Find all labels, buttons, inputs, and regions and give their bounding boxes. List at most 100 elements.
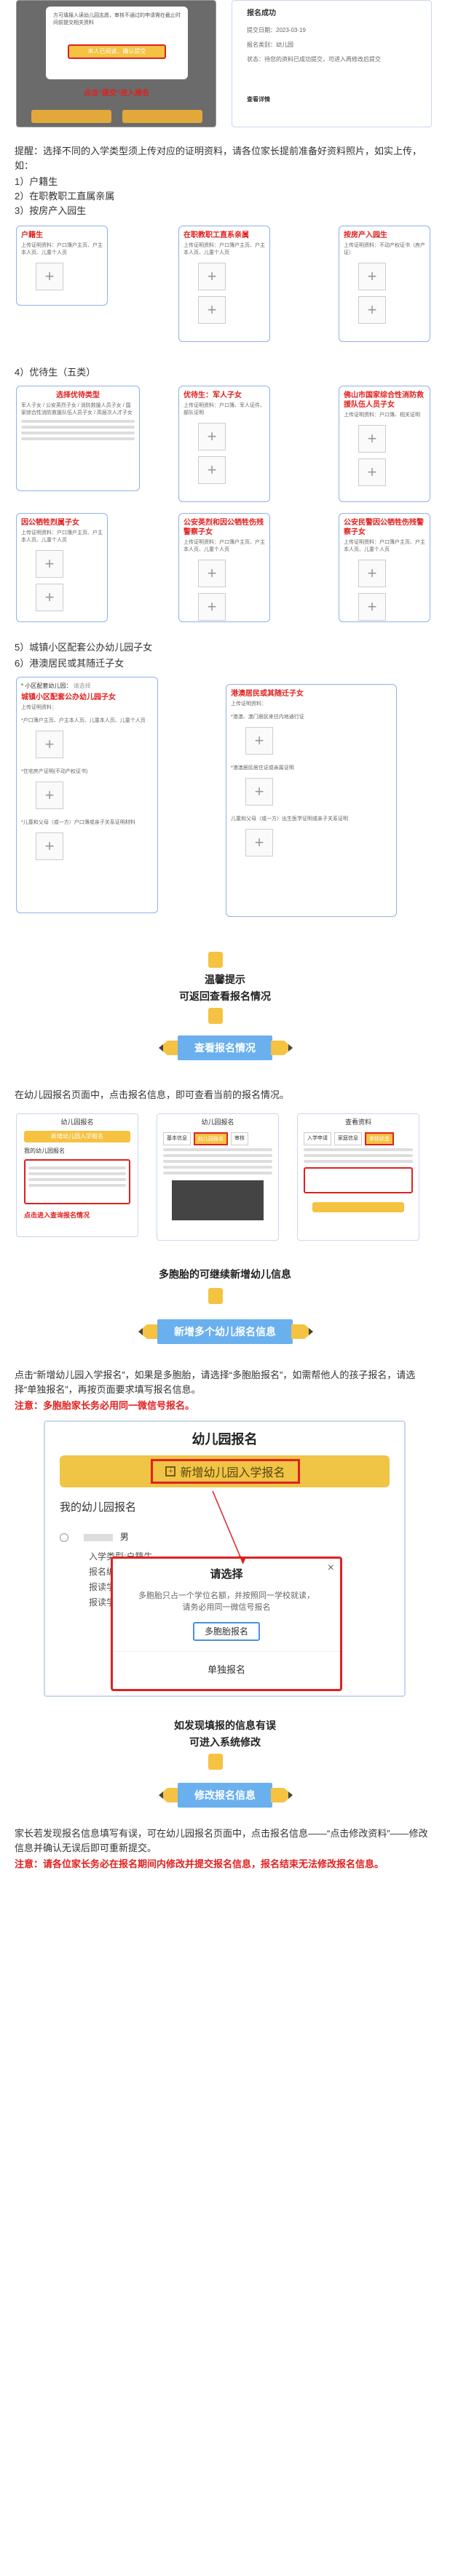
upload-plus-icon[interactable]: + — [198, 263, 226, 290]
tip3-text2: 可进入系统修改 — [189, 1736, 261, 1748]
add-multiple-button[interactable]: 新增多个幼儿报名信息 — [157, 1319, 293, 1344]
divider — [163, 1166, 272, 1169]
upload-plus-icon[interactable]: + — [198, 456, 226, 484]
upload-plus-icon[interactable]: + — [245, 829, 273, 856]
divider — [28, 1184, 126, 1187]
row-label: 状态： — [247, 56, 264, 63]
upload-plus-icon[interactable]: + — [36, 550, 63, 578]
tip1-text2: 可返回查看报名情况 — [179, 990, 271, 1002]
status-box — [304, 1167, 413, 1193]
divider — [28, 1172, 126, 1175]
tab-signup[interactable]: 幼儿园报名 — [194, 1132, 228, 1145]
modal-text: 方可填报入读幼儿园志愿，审核不通过的申请需在截止时间前提交相关资料 — [53, 13, 181, 25]
upload-plus-icon[interactable]: + — [36, 731, 63, 758]
row-label: 提交日期： — [247, 27, 276, 33]
divider — [163, 1154, 272, 1157]
divider — [163, 1172, 272, 1174]
upload-plus-icon[interactable]: + — [358, 425, 386, 453]
bottom-button-right[interactable] — [122, 110, 202, 123]
card-upload: 上传证明资料： — [231, 701, 267, 707]
thumbs-down-icon — [207, 1008, 243, 1027]
view-signup-button[interactable]: 查看报名情况 — [178, 1035, 272, 1060]
phone-title: 幼儿园报名 — [60, 1118, 94, 1126]
upload-plus-icon[interactable]: + — [358, 593, 386, 621]
tab-apply[interactable]: 入学申请 — [304, 1132, 331, 1145]
upload-plus-icon[interactable]: + — [198, 593, 226, 621]
view-detail-link[interactable]: 查看详情 — [247, 95, 270, 103]
card-fire: 佛山市国家综合性消防救援队伍人员子女 上传证明资料：户口簿、相关证明 + + — [339, 386, 430, 502]
arrow-line — [212, 1490, 246, 1565]
thumbs-down-icon — [207, 1288, 243, 1307]
confirm-submit-button[interactable]: 本人已阅读，确认提交 — [68, 44, 166, 59]
town-select[interactable]: 请选择 — [74, 683, 91, 689]
pencil-icon — [271, 1786, 293, 1804]
success-screenshot: 报名成功 提交日期：2023-03-19 报名类别：幼儿园 状态：待您的资料已成… — [232, 0, 432, 127]
card-sub: 上传证明资料：户口簿户主页、户主本人页、儿童个人页 — [183, 540, 265, 552]
hint-item-3: 3）按房产入园生 — [15, 205, 87, 216]
tab-family[interactable]: 家庭信息 — [334, 1132, 362, 1145]
card-title: 公安民警因公牺牲伤残警察子女 — [344, 519, 424, 536]
hint-item-1: 1）户籍生 — [15, 176, 58, 187]
submit-red-note: 点击“提交”进入报名 — [84, 90, 149, 98]
modal-card: 方可填报入读幼儿园志愿，审核不通过的申请需在截止时间前提交相关资料 本人已阅读，… — [46, 7, 188, 79]
upload-plus-icon[interactable]: + — [198, 296, 226, 324]
card-upload: 上传证明资料： — [21, 705, 57, 710]
phone-list-screenshot: 幼儿园报名 新增幼儿园入学报名 我的幼儿园报名 点击进入查询报名情况 — [16, 1113, 138, 1237]
card-sub: 上传证明资料：户口簿、军人证件、部队证明 — [183, 403, 265, 416]
card-sub: 上传证明资料：户口簿、相关证明 — [344, 413, 420, 418]
tab-review[interactable]: 审核 — [231, 1132, 248, 1145]
upload-plus-icon[interactable]: + — [36, 832, 63, 860]
card-sub: 上传证明资料：户口簿户主页、户主本人页、儿童个人页 — [21, 243, 103, 255]
success-row-0: 提交日期：2023-03-19 — [247, 26, 306, 34]
upload-plus-icon[interactable]: + — [245, 727, 273, 755]
upload-plus-icon[interactable]: + — [358, 560, 386, 587]
divider — [21, 437, 135, 440]
upload-plus-icon[interactable]: + — [358, 263, 386, 290]
success-row-1: 报名类别：幼儿园 — [247, 41, 293, 49]
upload-plus-icon[interactable]: + — [36, 263, 63, 290]
phone-title: 幼儿园报名 — [201, 1118, 234, 1126]
card-police: 公安英烈和因公牺牲伤残警察子女 上传证明资料：户口簿户主页、户主本人页、儿童个人… — [178, 513, 270, 622]
para4: 家长若发现报名信息填写有误，可在幼儿园报名页面中，点击报名信息——“点击修改资料… — [15, 1828, 428, 1853]
note4: 注意：请各位家长务必在报名期间内修改并提交报名信息，报名结束无法修改报名信息。 — [15, 1859, 384, 1869]
bottom-button-left[interactable] — [31, 110, 111, 123]
upload-plus-icon[interactable]: + — [198, 560, 226, 587]
upload-plus-icon[interactable]: + — [36, 584, 63, 611]
card-title: 按房产入园生 — [344, 231, 387, 239]
record-box[interactable] — [24, 1159, 130, 1204]
tip2-text: 多胞胎的可继续新增幼儿信息 — [159, 1268, 291, 1280]
tab-basic[interactable]: 基本信息 — [163, 1132, 191, 1145]
edit-signup-button[interactable]: 修改报名信息 — [178, 1783, 272, 1808]
add-signup-button[interactable]: 新增幼儿园入学报名 — [24, 1131, 130, 1142]
divider — [21, 426, 135, 429]
divider — [28, 1178, 126, 1181]
card-sub: 上传证明资料：户口簿户主页、户主本人页、儿童个人页 — [183, 243, 265, 255]
tip3-text1: 如发现填报的信息有误 — [174, 1720, 276, 1731]
tab-status[interactable]: 审核状态 — [365, 1132, 394, 1145]
phone-title: 查看资料 — [344, 1118, 371, 1126]
card-item-1: *住宅房产证明(不动产权证书) — [21, 769, 88, 774]
card-sub: 上传证明资料：户口簿户主页、户主本人页、儿童个人页 — [21, 530, 103, 543]
divider — [28, 1166, 126, 1169]
card-sub: 上传证明资料：不动产权证书（房产证） — [344, 243, 425, 255]
divider — [163, 1160, 272, 1163]
red-note: 点击进入查询报名情况 — [24, 1212, 90, 1219]
pencil-icon — [271, 1039, 293, 1057]
para3: 点击“新增幼儿园入学报名”，如果是多胞胎，请选择“多胞胎报名”，如需帮他人的孩子… — [15, 1370, 416, 1395]
doc-thumbnail — [172, 1180, 264, 1220]
pencil-icon — [291, 1323, 313, 1340]
card-police-injury: 公安民警因公牺牲伤残警察子女 上传证明资料：户口簿户主页、户主本人页、儿童个人页… — [339, 513, 430, 622]
card-youdai-select: 选择优待类型 军人子女 / 公安英烈子女 / 消防救援人员子女 / 国家综合性消… — [16, 386, 140, 491]
card-title: 优待生：军人子女 — [183, 391, 242, 399]
upload-plus-icon[interactable]: + — [198, 423, 226, 450]
upload-plus-icon[interactable]: + — [358, 296, 386, 324]
upload-plus-icon[interactable]: + — [36, 782, 63, 809]
section-title: 我的幼儿园报名 — [24, 1148, 65, 1154]
upload-plus-icon[interactable]: + — [245, 778, 273, 806]
upload-plus-icon[interactable]: + — [358, 458, 386, 486]
card-title: 佛山市国家综合性消防救援队伍人员子女 — [344, 391, 424, 409]
card-staff: 在职教职工直系亲属 上传证明资料：户口簿户主页、户主本人页、儿童个人页 + + — [178, 226, 270, 342]
card-title: 选择优待类型 — [56, 391, 100, 399]
bottom-action[interactable] — [312, 1202, 404, 1212]
success-row-2: 状态：待您的资料已成功提交，可进入再修改后提交 — [247, 55, 414, 64]
